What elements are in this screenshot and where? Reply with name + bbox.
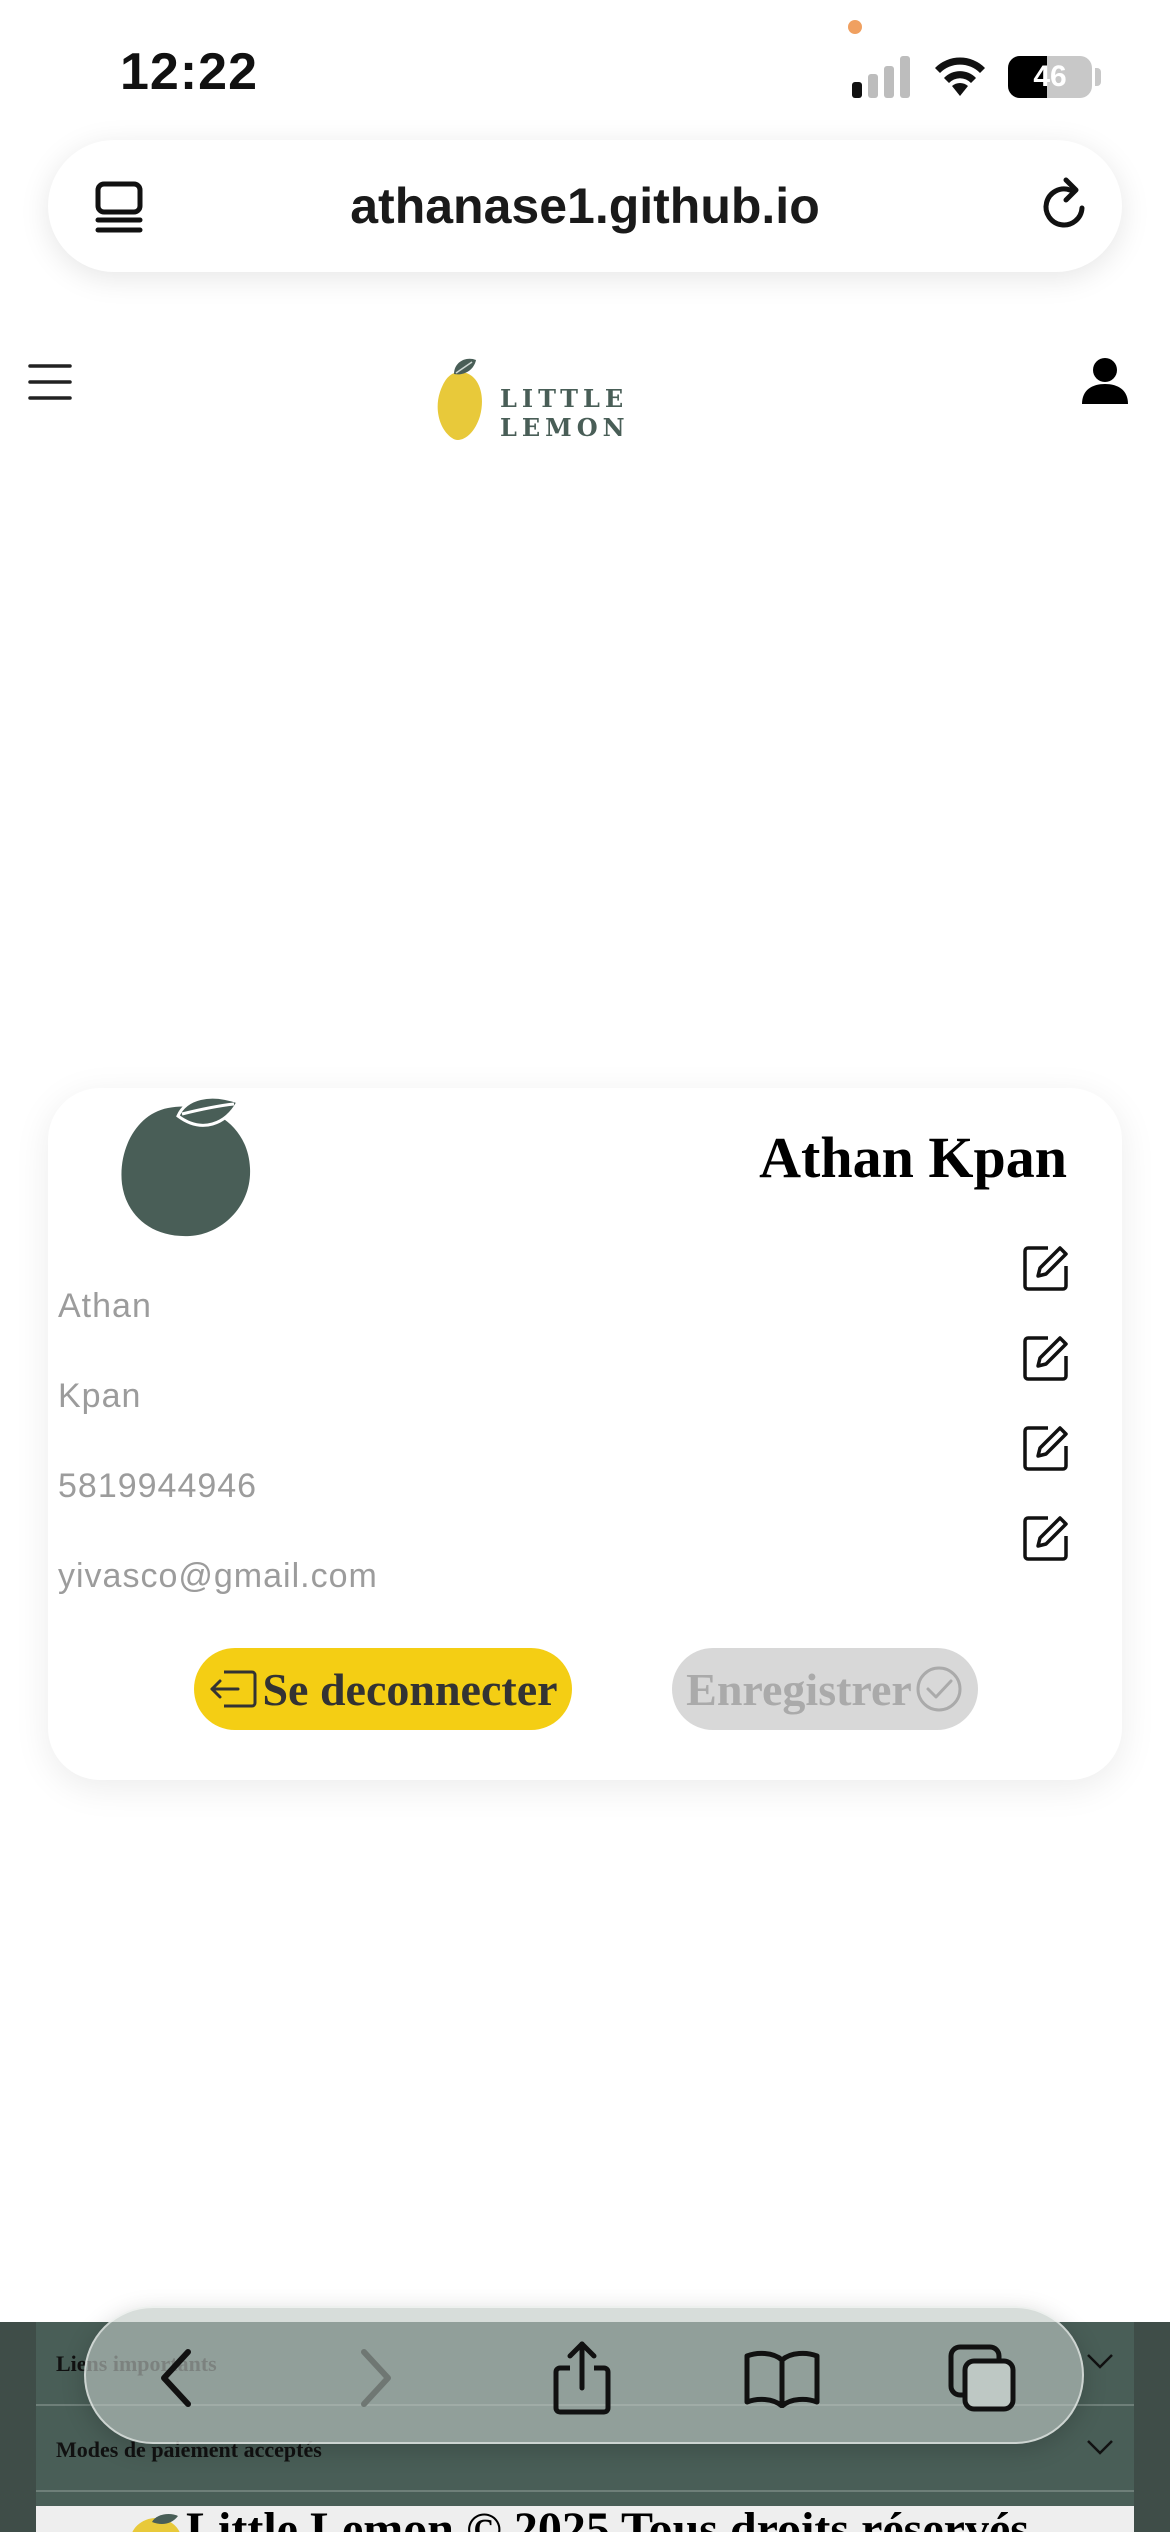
avatar-lemon-icon <box>121 1095 251 1237</box>
status-bar: 12:22 46 <box>0 0 1170 140</box>
logo-text: LITTLE LEMON <box>500 384 630 442</box>
chevron-down-icon <box>1087 2354 1113 2369</box>
logout-button[interactable]: Se deconnecter <box>194 1648 572 1730</box>
last-name-value[interactable]: Kpan <box>58 1356 141 1436</box>
last-name-row: Kpan <box>48 1336 1122 1436</box>
back-button[interactable] <box>136 2338 216 2418</box>
save-label: Enregistrer <box>686 1663 912 1715</box>
profile-display-name: Athan Kpan <box>759 1125 1067 1190</box>
save-button[interactable]: Enregistrer <box>672 1648 978 1730</box>
bookmarks-icon <box>744 2350 820 2408</box>
forward-button[interactable] <box>336 2338 416 2418</box>
logout-icon <box>210 1670 257 1708</box>
user-account-icon[interactable] <box>1080 356 1130 406</box>
profile-card: Athan Kpan Athan Kpan 5819944946 yivasco… <box>48 1088 1122 1780</box>
footer-copyright: Little Lemon © 2025 Tous droits réservés <box>36 2506 1134 2532</box>
site-logo[interactable]: LITTLE LEMON <box>430 354 750 444</box>
url-text[interactable]: athanase1.github.io <box>48 140 1122 272</box>
bookmarks-button[interactable] <box>742 2338 822 2418</box>
check-circle-icon <box>916 1666 962 1712</box>
phone-row: 5819944946 <box>48 1426 1122 1526</box>
forward-icon <box>361 2349 391 2407</box>
battery-indicator: 46 <box>1008 56 1092 98</box>
status-time: 12:22 <box>120 43 258 101</box>
tabs-icon <box>948 2344 1016 2412</box>
chevron-down-icon <box>1087 2440 1113 2455</box>
logout-label: Se deconnecter <box>262 1663 558 1715</box>
tabs-button[interactable] <box>942 2338 1022 2418</box>
first-name-value[interactable]: Athan <box>58 1266 152 1346</box>
lemon-logo-icon <box>132 2514 180 2532</box>
phone-value[interactable]: 5819944946 <box>58 1446 257 1526</box>
privacy-indicator-dot <box>848 20 862 34</box>
edit-last-name-icon[interactable] <box>1022 1334 1070 1382</box>
copyright-text: Little Lemon © 2025 Tous droits réservés <box>186 2506 1029 2532</box>
edit-email-icon[interactable] <box>1022 1514 1070 1562</box>
share-button[interactable] <box>542 2338 622 2418</box>
edit-phone-icon[interactable] <box>1022 1424 1070 1472</box>
battery-percentage: 46 <box>1033 60 1067 93</box>
first-name-row: Athan <box>48 1246 1122 1346</box>
edit-first-name-icon[interactable] <box>1022 1244 1070 1292</box>
email-row: yivasco@gmail.com <box>48 1516 1122 1616</box>
share-icon <box>553 2341 611 2415</box>
address-bar[interactable]: athanase1.github.io <box>48 140 1122 272</box>
cellular-signal-icon <box>852 56 910 98</box>
hamburger-menu-icon[interactable] <box>28 362 72 402</box>
back-icon <box>161 2349 191 2407</box>
email-value[interactable]: yivasco@gmail.com <box>58 1536 378 1616</box>
wifi-icon <box>935 57 985 96</box>
reload-icon[interactable] <box>1034 176 1094 236</box>
lemon-logo-icon <box>437 358 482 440</box>
browser-toolbar <box>84 2306 1084 2444</box>
battery-cap <box>1095 68 1101 86</box>
